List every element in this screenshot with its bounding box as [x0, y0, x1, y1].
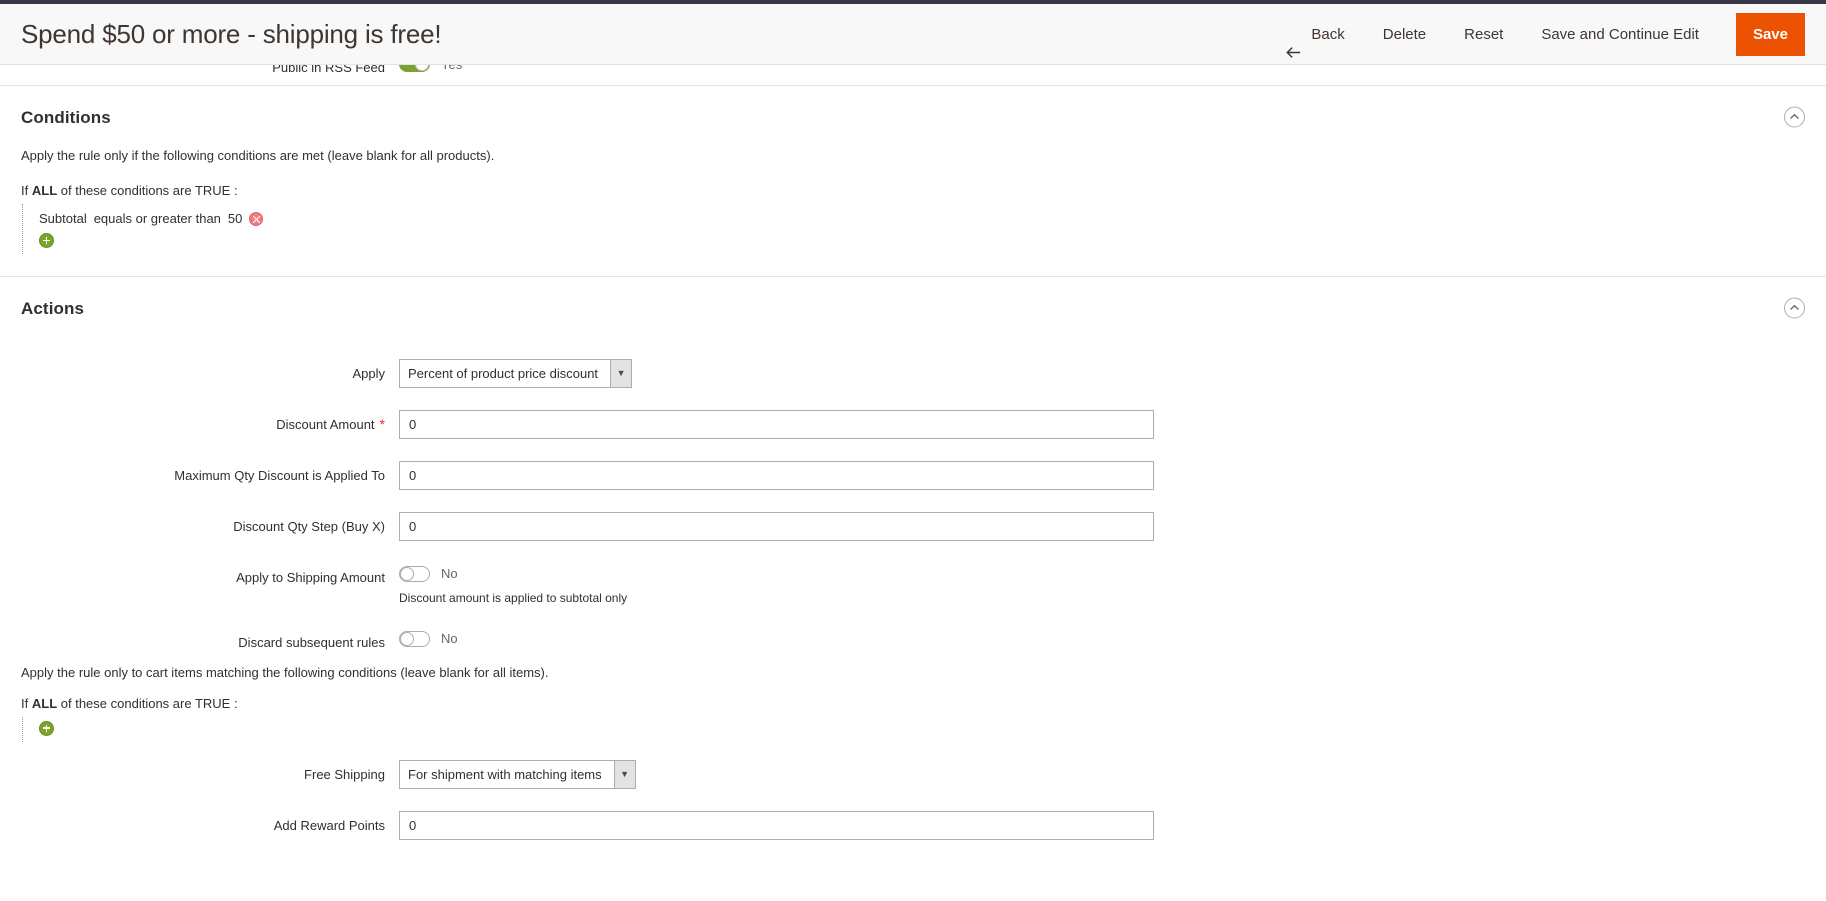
conditions-aggregator[interactable]: ALL [32, 183, 57, 198]
apply-to-shipping-amount-row: Apply to Shipping Amount No Discount amo… [0, 563, 1826, 606]
condition-value[interactable]: 50 [228, 208, 242, 231]
free-shipping-row: Free Shipping For shipment with matching… [0, 759, 1826, 789]
conditions-description: Apply the rule only if the following con… [21, 148, 495, 163]
page-content: Public in RSS Feed Yes Conditions Apply … [0, 56, 1826, 901]
condition-attribute[interactable]: Subtotal [39, 208, 87, 231]
chevron-down-icon: ▼ [610, 359, 632, 387]
discard-subsequent-rules-row: Discard subsequent rules No [0, 628, 1826, 651]
free-shipping-select-value: For shipment with matching items [408, 766, 602, 782]
condition-row: Subtotal equals or greater than 50 [39, 208, 1826, 233]
free-shipping-label: Free Shipping [304, 766, 385, 782]
back-button-label: Back [1311, 25, 1345, 43]
add-circle-icon[interactable] [39, 232, 54, 248]
arrow-left-icon [1285, 26, 1302, 58]
apply-select[interactable]: Percent of product price discount ▼ [399, 358, 633, 388]
cart-item-condition-add-row [39, 720, 1826, 738]
cart-item-conditions-lead: If ALL of these conditions are TRUE : [0, 696, 1826, 711]
apply-to-shipping-amount-note: Discount amount is applied to subtotal o… [399, 590, 628, 605]
conditions-lead-suffix: of these conditions are TRUE : [60, 182, 238, 198]
conditions-lead: If ALL of these conditions are TRUE : [0, 183, 1826, 198]
discount-qty-step-input[interactable] [399, 511, 1154, 541]
cart-item-conditions-lead-suffix: of these conditions are TRUE : [60, 695, 238, 711]
delete-button[interactable]: Delete [1364, 4, 1445, 65]
conditions-branch: Subtotal equals or greater than 50 [22, 203, 1826, 254]
actions-section: Actions Apply Percent of product price d… [0, 275, 1826, 840]
cart-item-conditions-aggregator[interactable]: ALL [32, 696, 57, 711]
discount-amount-input[interactable] [399, 409, 1154, 439]
save-button[interactable]: Save [1735, 12, 1805, 56]
add-reward-points-label: Add Reward Points [273, 817, 385, 833]
cart-item-conditions-description: Apply the rule only to cart items matchi… [21, 664, 549, 680]
actions-section-title: Actions [21, 298, 85, 318]
cart-item-conditions-tree [0, 716, 1826, 742]
discount-amount-row: Discount Amount * [0, 409, 1826, 439]
conditions-section: Conditions Apply the rule only if the fo… [0, 85, 1826, 254]
chevron-down-icon: ▼ [613, 760, 635, 788]
discount-amount-label: Discount Amount * [0, 410, 399, 433]
maximum-qty-discount-label: Maximum Qty Discount is Applied To [174, 467, 385, 483]
condition-operator[interactable]: equals or greater than [94, 208, 221, 231]
reset-button[interactable]: Reset [1445, 4, 1522, 65]
maximum-qty-discount-row: Maximum Qty Discount is Applied To [0, 460, 1826, 490]
cart-item-conditions-branch [22, 716, 1826, 742]
page-header: Spend $50 or more - shipping is free! Ba… [0, 0, 1826, 65]
conditions-section-header[interactable]: Conditions [0, 86, 1826, 148]
chevron-up-circle-icon[interactable] [1784, 106, 1805, 128]
discard-subsequent-rules-value: No [441, 631, 458, 647]
cart-item-conditions-lead-prefix: If [21, 695, 29, 711]
discount-amount-label-text: Discount Amount [276, 416, 375, 432]
apply-to-shipping-amount-toggle[interactable] [399, 565, 430, 582]
maximum-qty-discount-input[interactable] [399, 460, 1154, 490]
add-reward-points-input[interactable] [399, 810, 1154, 840]
save-and-continue-edit-button[interactable]: Save and Continue Edit [1522, 4, 1718, 65]
apply-row: Apply Percent of product price discount … [0, 358, 1826, 388]
condition-add-row [39, 232, 1826, 250]
conditions-tree: Subtotal equals or greater than 50 [0, 203, 1826, 254]
apply-to-shipping-amount-label: Apply to Shipping Amount [236, 569, 385, 585]
apply-to-shipping-amount-value: No [441, 566, 458, 582]
actions-section-header[interactable]: Actions [0, 277, 1826, 339]
required-asterisk: * [379, 415, 385, 432]
discount-qty-step-label: Discount Qty Step (Buy X) [233, 518, 385, 534]
chevron-up-circle-icon[interactable] [1784, 297, 1805, 319]
discard-subsequent-rules-label: Discard subsequent rules [238, 634, 385, 650]
conditions-section-title: Conditions [21, 108, 111, 127]
discount-qty-step-row: Discount Qty Step (Buy X) [0, 511, 1826, 541]
add-reward-points-row: Add Reward Points [0, 810, 1826, 840]
conditions-lead-prefix: If [21, 182, 29, 198]
header-actions: Back Delete Reset Save and Continue Edit… [1263, 4, 1826, 64]
discard-subsequent-rules-toggle[interactable] [399, 630, 430, 647]
add-circle-icon[interactable] [39, 720, 54, 736]
page-title: Spend $50 or more - shipping is free! [21, 18, 442, 49]
apply-select-value: Percent of product price discount [408, 365, 599, 381]
apply-label: Apply [352, 365, 385, 381]
back-button[interactable]: Back [1263, 4, 1363, 65]
remove-circle-icon[interactable] [249, 212, 264, 227]
free-shipping-select[interactable]: For shipment with matching items ▼ [399, 759, 636, 789]
